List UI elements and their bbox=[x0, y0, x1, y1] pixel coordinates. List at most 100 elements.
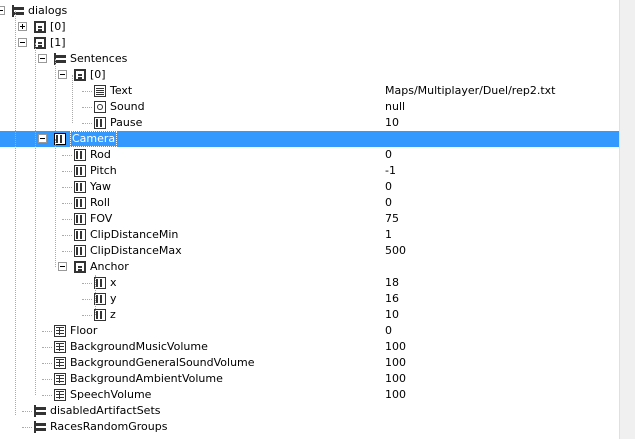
tree-row[interactable]: Sound null bbox=[0, 99, 620, 115]
tree-guide-line bbox=[82, 123, 92, 124]
tree-row[interactable]: Roll 0 bbox=[0, 195, 620, 211]
collapse-icon[interactable] bbox=[0, 6, 5, 15]
tree-guide-line bbox=[82, 283, 92, 284]
tree-row[interactable]: Pitch -1 bbox=[0, 163, 620, 179]
tree-row-label: Yaw bbox=[90, 180, 111, 193]
tree-row-label: Pitch bbox=[90, 164, 117, 177]
number-icon bbox=[94, 117, 106, 129]
tree-row-label: ClipDistanceMax bbox=[90, 244, 182, 257]
tree-row-value[interactable]: 10 bbox=[385, 308, 399, 322]
tree-row[interactable]: ClipDistanceMax 500 bbox=[0, 243, 620, 259]
tree-row[interactable]: y 16 bbox=[0, 291, 620, 307]
tree-row-value[interactable]: 100 bbox=[385, 372, 406, 386]
tree-row[interactable]: Anchor bbox=[0, 259, 620, 275]
tree-row[interactable]: disabledArtifactSets bbox=[0, 403, 620, 419]
tree-guide-line bbox=[62, 251, 72, 252]
tree-row[interactable]: [0] bbox=[0, 67, 620, 83]
array-icon bbox=[34, 21, 46, 33]
tree-row-label: x bbox=[110, 276, 117, 289]
collapse-icon[interactable] bbox=[58, 262, 67, 271]
tree-row[interactable]: Floor 0 bbox=[0, 323, 620, 339]
tree-guide-line bbox=[62, 155, 72, 156]
vertical-scrollbar[interactable] bbox=[619, 0, 635, 439]
tree-row[interactable]: dialogs bbox=[0, 3, 620, 19]
tree-guide-line bbox=[62, 235, 72, 236]
object-icon bbox=[54, 357, 66, 369]
tree-guide-line bbox=[82, 315, 92, 316]
tree-row-value[interactable]: Maps/Multiplayer/Duel/rep2.txt bbox=[385, 84, 555, 98]
tree-row[interactable]: Text Maps/Multiplayer/Duel/rep2.txt bbox=[0, 83, 620, 99]
tree-row-value[interactable]: 18 bbox=[385, 276, 399, 290]
number-icon bbox=[74, 165, 86, 177]
tree-icon bbox=[34, 421, 46, 433]
tree-row-value[interactable]: 100 bbox=[385, 356, 406, 370]
tree-row-label: SpeechVolume bbox=[70, 388, 152, 401]
collapse-icon[interactable] bbox=[38, 54, 47, 63]
tree-guide-line bbox=[35, 43, 36, 395]
tree-row[interactable]: [0] bbox=[0, 19, 620, 35]
tree-row-label: disabledArtifactSets bbox=[50, 404, 161, 417]
tree-row-label: Camera bbox=[70, 131, 118, 147]
collapse-icon[interactable] bbox=[38, 134, 47, 143]
tree-row-label: BackgroundGeneralSoundVolume bbox=[70, 356, 255, 369]
tree-row[interactable]: RacesRandomGroups bbox=[0, 419, 620, 435]
number-icon bbox=[74, 229, 86, 241]
tree-row-value[interactable]: 0 bbox=[385, 180, 392, 194]
tree-guide-line bbox=[82, 107, 92, 108]
tree-guide-line bbox=[22, 427, 32, 428]
tree-icon bbox=[12, 5, 24, 17]
tree-row-label: FOV bbox=[90, 212, 113, 225]
tree-row-value[interactable]: 10 bbox=[385, 116, 399, 130]
tree-guide-line bbox=[55, 139, 56, 267]
tree-row-value[interactable]: 100 bbox=[385, 340, 406, 354]
tree-row[interactable]: Sentences bbox=[0, 51, 620, 67]
expand-icon[interactable] bbox=[18, 22, 27, 31]
tree-row[interactable]: BackgroundMusicVolume 100 bbox=[0, 339, 620, 355]
tree-row-value[interactable]: 16 bbox=[385, 292, 399, 306]
sound-icon bbox=[94, 101, 106, 113]
tree-row[interactable]: BackgroundAmbientVolume 100 bbox=[0, 371, 620, 387]
tree-guide-line bbox=[42, 331, 52, 332]
tree-row[interactable]: Pause 10 bbox=[0, 115, 620, 131]
tree-row[interactable]: z 10 bbox=[0, 307, 620, 323]
tree-row-label: [0] bbox=[90, 68, 106, 81]
number-icon bbox=[74, 197, 86, 209]
collapse-icon[interactable] bbox=[18, 38, 27, 47]
tree-row-value[interactable]: 0 bbox=[385, 148, 392, 162]
tree-row-value[interactable]: 0 bbox=[385, 324, 392, 338]
tree-row-value[interactable]: 500 bbox=[385, 244, 406, 258]
tree-guide-line bbox=[62, 219, 72, 220]
array-icon bbox=[74, 69, 86, 81]
tree-row-label: ClipDistanceMin bbox=[90, 228, 179, 241]
tree-row[interactable]: ClipDistanceMin 1 bbox=[0, 227, 620, 243]
tree-row-label: [0] bbox=[50, 20, 66, 33]
tree-guide-line bbox=[62, 171, 72, 172]
tree-guide-line bbox=[82, 299, 92, 300]
tree-row[interactable]: Camera bbox=[0, 131, 620, 147]
tree-row-label: Rod bbox=[90, 148, 111, 161]
tree-row[interactable]: [1] bbox=[0, 35, 620, 51]
tree-row-value[interactable]: -1 bbox=[385, 164, 396, 178]
object-icon bbox=[54, 325, 66, 337]
tree-row-value[interactable]: 1 bbox=[385, 228, 392, 242]
number-icon bbox=[74, 213, 86, 225]
tree-row-value[interactable]: 100 bbox=[385, 388, 406, 402]
tree-row-value[interactable]: null bbox=[385, 100, 405, 114]
tree-row[interactable]: BackgroundGeneralSoundVolume 100 bbox=[0, 355, 620, 371]
property-tree[interactable]: dialogs [0] [1] Sentences [0] Text Maps/Multip… bbox=[0, 0, 620, 439]
tree-row[interactable]: Rod 0 bbox=[0, 147, 620, 163]
tree-row-label: Roll bbox=[90, 196, 110, 209]
tree-row-label: Anchor bbox=[90, 260, 129, 273]
tree-row[interactable]: SpeechVolume 100 bbox=[0, 387, 620, 403]
tree-row[interactable]: Yaw 0 bbox=[0, 179, 620, 195]
tree-guide-line bbox=[42, 379, 52, 380]
collapse-icon[interactable] bbox=[58, 70, 67, 79]
tree-row-value[interactable]: 75 bbox=[385, 212, 399, 226]
tree-row-label: z bbox=[110, 308, 116, 321]
tree-row-label: Sentences bbox=[70, 52, 128, 65]
tree-row-label: RacesRandomGroups bbox=[50, 420, 168, 433]
tree-row[interactable]: FOV 75 bbox=[0, 211, 620, 227]
tree-row-value[interactable]: 0 bbox=[385, 196, 392, 210]
tree-row[interactable]: x 18 bbox=[0, 275, 620, 291]
tree-row-label: dialogs bbox=[28, 4, 68, 17]
